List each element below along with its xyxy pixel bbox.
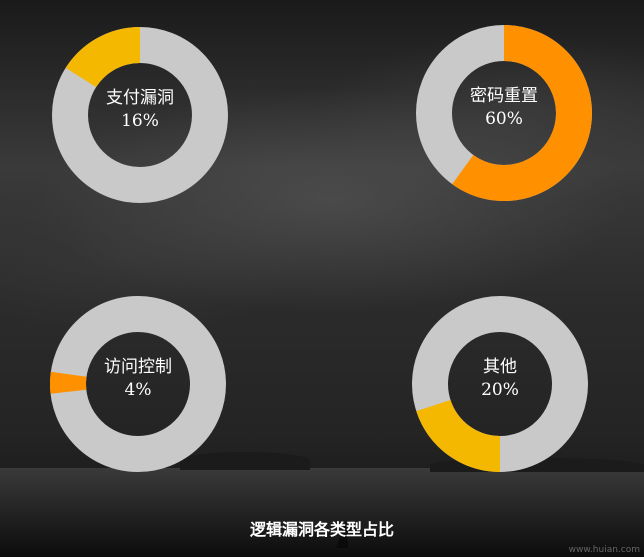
donut-label: 密码重置 60% <box>414 85 594 131</box>
sea <box>0 468 644 557</box>
percent-label: 20% <box>481 380 519 400</box>
percent-label: 60% <box>485 109 523 129</box>
category-label: 访问控制 <box>104 357 172 377</box>
category-label: 其他 <box>483 357 517 377</box>
donut-chart-payment: 支付漏洞 16% <box>50 25 230 205</box>
percent-label: 4% <box>124 380 152 400</box>
donut-label: 访问控制 4% <box>48 356 228 402</box>
category-label: 密码重置 <box>470 86 538 106</box>
category-label: 支付漏洞 <box>106 88 174 108</box>
chart-title: 逻辑漏洞各类型占比 <box>249 520 394 539</box>
watermark: www.huian.com <box>568 545 640 555</box>
donut-label: 其他 20% <box>410 356 590 402</box>
donut-label: 支付漏洞 16% <box>50 87 230 133</box>
percent-label: 16% <box>121 111 159 131</box>
donut-chart-other: 其他 20% <box>410 294 590 474</box>
donut-chart-access-control: 访问控制 4% <box>48 294 228 474</box>
donut-chart-password-reset: 密码重置 60% <box>414 23 594 203</box>
